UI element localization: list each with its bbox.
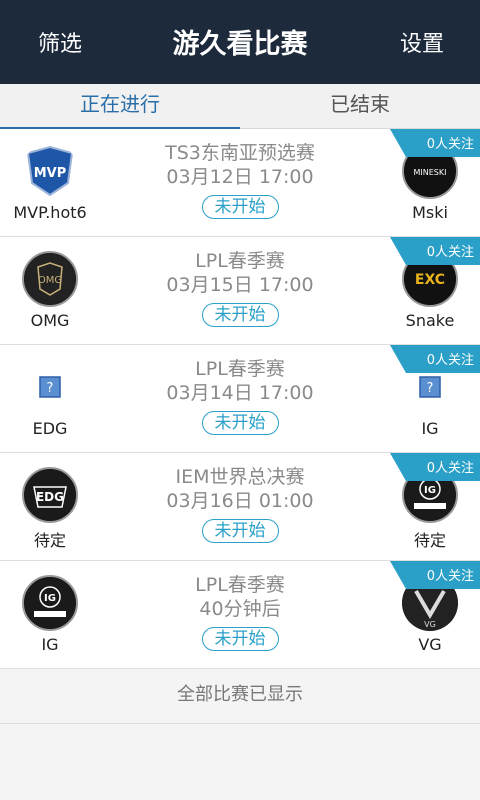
league-name: TS3东南亚预选赛: [165, 142, 315, 164]
list-footer: 全部比赛已显示: [0, 669, 480, 724]
svg-text:?: ?: [47, 381, 54, 396]
tab-bar: 正在进行 已结束: [0, 84, 480, 130]
match-list: MVP MVP.hot6 TS3东南亚预选赛 03月12日 17:00 未开始 …: [0, 129, 480, 669]
match-row[interactable]: OMG OMG LPL春季赛 03月15日 17:00 未开始 EXC Snak…: [0, 237, 480, 345]
league-name: LPL春季赛: [195, 358, 285, 380]
follow-ribbon[interactable]: 0人关注: [390, 453, 480, 481]
match-info: IEM世界总决赛 03月16日 01:00 未开始: [120, 465, 360, 543]
follow-ribbon[interactable]: 0人关注: [390, 129, 480, 157]
edg-logo-icon: EDG: [22, 467, 78, 523]
team-left[interactable]: IG IG: [0, 575, 100, 665]
ig-logo-text: IG: [424, 485, 436, 496]
team-name: OMG: [30, 311, 70, 330]
match-info: LPL春季赛 03月14日 17:00 未开始: [120, 357, 360, 435]
mski-logo-text: MINESKI: [414, 168, 447, 177]
team-name: VG: [418, 635, 442, 654]
follow-ribbon[interactable]: 0人关注: [390, 561, 480, 589]
omg-logo-text: OMG: [38, 275, 62, 286]
status-badge: 未开始: [201, 195, 279, 219]
edg-logo-text: EDG: [36, 490, 64, 504]
snake-logo-text: EXC: [415, 272, 445, 288]
team-name: Snake: [405, 311, 455, 330]
team-left[interactable]: MVP MVP.hot6: [0, 143, 100, 233]
follow-count: 0人关注: [426, 461, 474, 476]
match-time: 03月12日 17:00: [166, 166, 314, 188]
follow-ribbon[interactable]: 0人关注: [390, 237, 480, 265]
match-info: TS3东南亚预选赛 03月12日 17:00 未开始: [120, 141, 360, 219]
follow-count: 0人关注: [426, 137, 474, 152]
team-name: 待定: [413, 531, 446, 550]
team-name: MVP.hot6: [13, 203, 87, 222]
match-row[interactable]: IG IG LPL春季赛 40分钟后 未开始 VG VG 0人关注: [0, 561, 480, 669]
match-time: 03月14日 17:00: [166, 382, 314, 404]
ig-logo-text: IG: [44, 593, 56, 604]
team-left[interactable]: OMG OMG: [0, 251, 100, 341]
follow-ribbon[interactable]: 0人关注: [390, 345, 480, 373]
match-info: LPL春季赛 40分钟后 未开始: [120, 573, 360, 651]
mvp-logo-icon: MVP: [22, 143, 78, 199]
follow-count: 0人关注: [426, 245, 474, 260]
match-info: LPL春季赛 03月15日 17:00 未开始: [120, 249, 360, 327]
team-name: EDG: [32, 419, 68, 438]
match-row[interactable]: MVP MVP.hot6 TS3东南亚预选赛 03月12日 17:00 未开始 …: [0, 129, 480, 237]
ig-logo-icon: IG: [22, 575, 78, 631]
match-time: 03月15日 17:00: [166, 274, 314, 296]
omg-logo-icon: OMG: [22, 251, 78, 307]
match-row[interactable]: ? EDG LPL春季赛 03月14日 17:00 未开始 ? IG 0人关注: [0, 345, 480, 453]
team-name: Mski: [412, 203, 448, 222]
follow-count: 0人关注: [426, 353, 474, 368]
follow-count: 0人关注: [426, 569, 474, 584]
team-name: IG: [41, 635, 59, 654]
tab-finished[interactable]: 已结束: [240, 84, 480, 129]
missing-image-icon: ?: [22, 359, 78, 415]
status-badge: 未开始: [201, 519, 279, 543]
top-bar: 筛选 游久看比赛 设置: [0, 0, 480, 84]
team-name: 待定: [33, 531, 66, 550]
team-name: IG: [421, 419, 439, 438]
match-time: 03月16日 01:00: [166, 490, 314, 512]
vg-logo-text: VG: [424, 620, 436, 629]
settings-button[interactable]: 设置: [400, 26, 444, 58]
team-left[interactable]: EDG 待定: [0, 467, 100, 557]
status-badge: 未开始: [201, 411, 279, 435]
league-name: LPL春季赛: [195, 250, 285, 272]
status-badge: 未开始: [201, 303, 279, 327]
match-time: 40分钟后: [199, 598, 281, 620]
match-row[interactable]: EDG 待定 IEM世界总决赛 03月16日 01:00 未开始 IG 待定 0…: [0, 453, 480, 561]
tab-ongoing[interactable]: 正在进行: [0, 84, 240, 130]
team-left[interactable]: ? EDG: [0, 359, 100, 449]
league-name: IEM世界总决赛: [175, 466, 305, 488]
svg-text:?: ?: [427, 381, 434, 396]
mvp-logo-text: MVP: [34, 166, 67, 181]
status-badge: 未开始: [201, 627, 279, 651]
league-name: LPL春季赛: [195, 574, 285, 596]
